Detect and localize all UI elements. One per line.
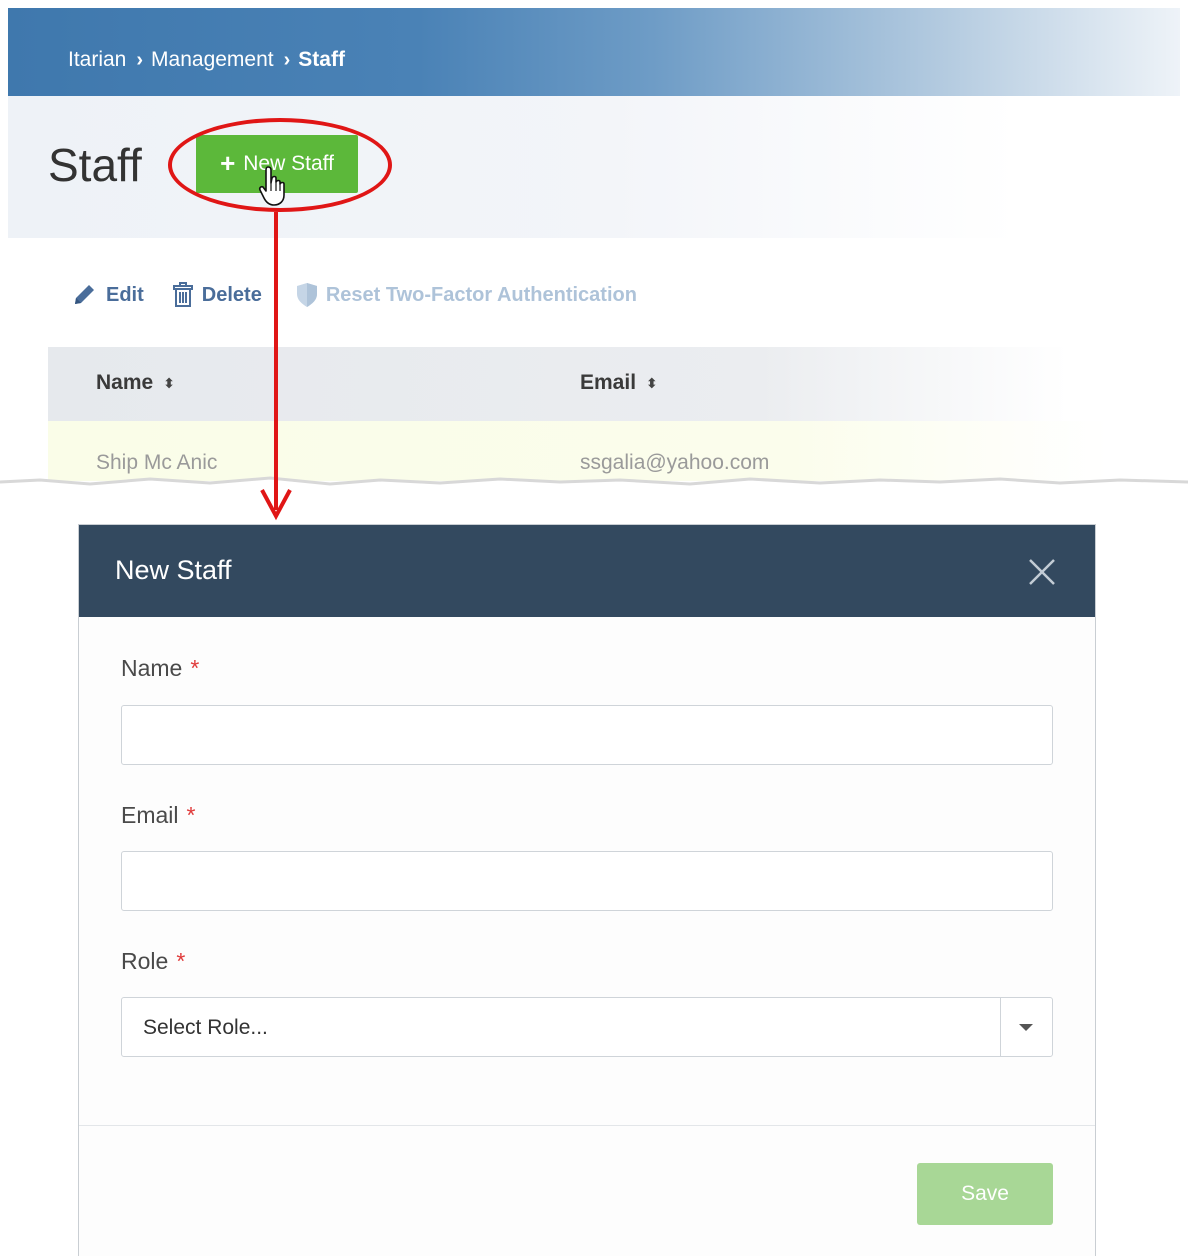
delete-button[interactable]: Delete (172, 282, 262, 308)
column-header-name[interactable]: Name ⬍ (96, 371, 175, 395)
modal-title: New Staff (115, 555, 232, 585)
role-select[interactable]: Select Role... (121, 997, 1053, 1057)
required-marker: * (190, 655, 200, 681)
required-marker: * (176, 948, 186, 974)
chevron-down-icon[interactable] (1019, 1024, 1033, 1031)
role-field-label: Role * (121, 948, 186, 974)
required-marker: * (186, 802, 196, 828)
new-staff-modal: New Staff Name * Email * Role * Select Role… (78, 524, 1096, 1256)
email-field-label: Email * (121, 802, 196, 828)
reset-2fa-button[interactable]: Reset Two-Factor Authentication (296, 282, 637, 308)
breadcrumb-root[interactable]: Itarian (68, 48, 126, 72)
breadcrumb-section[interactable]: Management (151, 48, 274, 72)
column-header-email[interactable]: Email ⬍ (580, 371, 658, 395)
pencil-icon (75, 285, 94, 304)
edit-label: Edit (106, 283, 144, 306)
trash-icon (172, 282, 193, 307)
breadcrumb-separator-icon: › (283, 48, 291, 71)
torn-edge-divider (0, 476, 1188, 500)
select-divider (1000, 998, 1001, 1056)
close-icon[interactable] (1027, 557, 1057, 587)
toolbar: Edit Delete Reset Two-Factor Authenticat… (72, 280, 665, 310)
title-zone (8, 96, 1018, 238)
reset-2fa-label: Reset Two-Factor Authentication (325, 283, 637, 306)
name-input[interactable] (121, 705, 1053, 765)
modal-header: New Staff (79, 525, 1095, 617)
page-title: Staff (48, 139, 142, 191)
role-select-value: Select Role... (143, 1016, 268, 1039)
email-input[interactable] (121, 851, 1053, 911)
edit-button[interactable]: Edit (72, 283, 144, 307)
footer-divider (79, 1125, 1095, 1126)
header-bar: Itarian › Management › Staff (8, 8, 1180, 96)
staff-page: Itarian › Management › Staff Staff + New… (0, 0, 1188, 500)
delete-label: Delete (201, 283, 262, 306)
shield-icon (296, 283, 317, 307)
breadcrumb-separator-icon: › (136, 48, 144, 71)
breadcrumb: Itarian › Management › Staff (68, 48, 355, 72)
sort-icon: ⬍ (646, 374, 658, 391)
save-button[interactable]: Save (917, 1163, 1053, 1225)
sort-icon: ⬍ (163, 374, 175, 391)
breadcrumb-current: Staff (298, 48, 345, 71)
hand-cursor-icon (258, 166, 285, 206)
name-field-label: Name * (121, 655, 200, 681)
table-header: Name ⬍ Email ⬍ (48, 347, 1068, 421)
